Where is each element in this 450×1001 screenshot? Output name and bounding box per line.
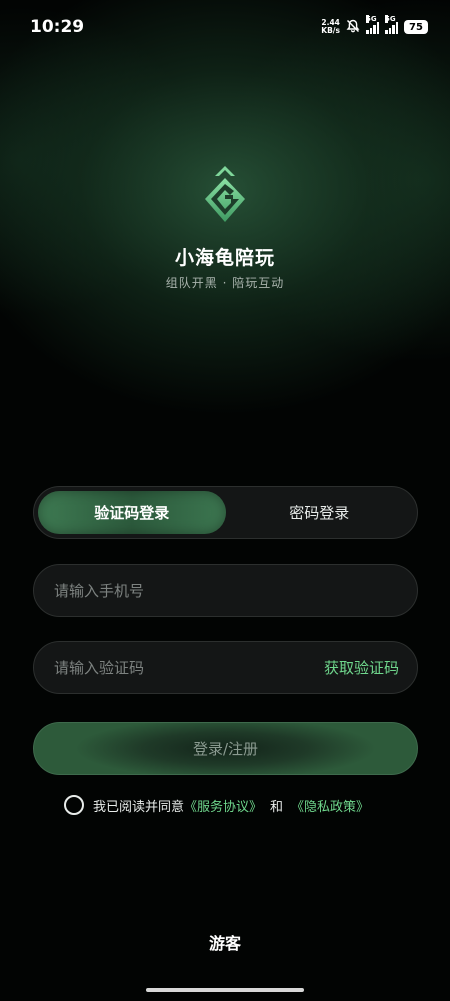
agreement-row: 我已阅读并同意 《服务协议》 和 《隐私政策》: [64, 794, 369, 816]
get-code-button[interactable]: 获取验证码: [324, 657, 399, 678]
verification-code-input[interactable]: [54, 658, 324, 677]
status-icons: 2.44 KB/s 5G 5G 75: [321, 14, 428, 37]
tab-password-login[interactable]: 密码登录: [226, 491, 414, 534]
cellular-signal-2-icon: 5G: [385, 14, 398, 34]
status-time: 10:29: [30, 17, 85, 37]
app-logo-icon: [199, 164, 251, 226]
login-register-button[interactable]: 登录/注册: [33, 722, 418, 775]
battery-level: 75: [409, 21, 423, 33]
phone-field: [33, 564, 418, 617]
network-speed: 2.44 KB/s: [321, 19, 340, 35]
phone-input[interactable]: [54, 581, 399, 600]
login-mode-tabs: 验证码登录 密码登录: [33, 486, 418, 539]
agreement-checkbox[interactable]: [64, 795, 84, 815]
tab-sms-code-login[interactable]: 验证码登录: [38, 491, 226, 534]
signal-1-label: 5G: [366, 14, 377, 23]
agreement-and: 和: [270, 799, 284, 815]
signal-2-label: 5G: [385, 14, 396, 23]
privacy-policy-link[interactable]: 《隐私政策》: [291, 796, 369, 815]
home-indicator[interactable]: [146, 988, 304, 992]
network-speed-unit: KB/s: [321, 26, 340, 35]
app-name: 小海龟陪玩: [174, 247, 275, 269]
agreement-prefix: 我已阅读并同意: [93, 799, 185, 815]
status-bar: 10:29 2.44 KB/s 5G 5G 75: [0, 0, 450, 54]
guest-login-button[interactable]: 游客: [0, 930, 450, 954]
mute-bell-icon: [346, 18, 360, 37]
app-slogan: 组队开黑 · 陪玩互动: [165, 276, 285, 290]
battery-icon: 75: [404, 20, 428, 34]
code-field: 获取验证码: [33, 641, 418, 694]
cellular-signal-icon: 5G: [366, 14, 379, 34]
service-agreement-link[interactable]: 《服务协议》: [184, 796, 262, 815]
